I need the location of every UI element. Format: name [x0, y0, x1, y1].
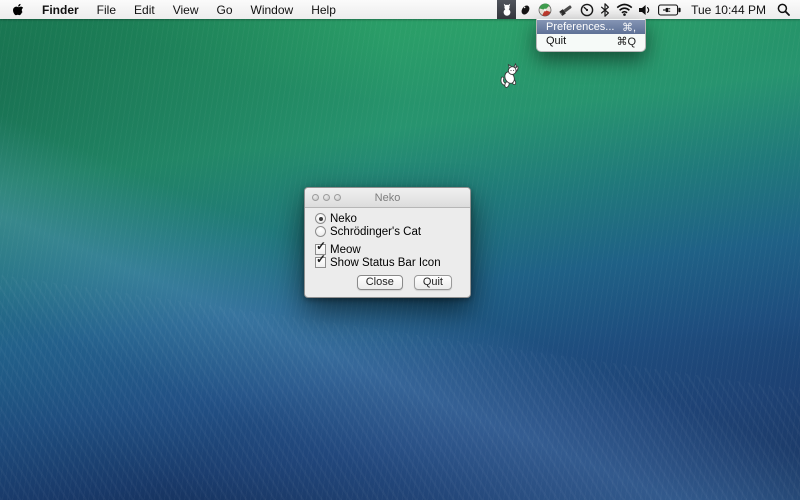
checkbox-row-show-status-bar-icon[interactable]: ✓ Show Status Bar Icon: [315, 256, 470, 269]
checkbox-label: Meow: [330, 244, 361, 256]
flashlight-icon[interactable]: [555, 0, 577, 19]
menu-item-quit[interactable]: Quit ⌘Q: [537, 34, 645, 48]
white-cat-icon: [501, 3, 513, 16]
radio-row-neko[interactable]: Neko: [315, 212, 470, 225]
radio-button-schrodingers-cat[interactable]: [315, 226, 326, 237]
quit-button[interactable]: Quit: [414, 275, 452, 290]
menu-bar-status-area: Tue 10:44 PM: [497, 0, 800, 19]
menu-edit[interactable]: Edit: [125, 0, 164, 19]
menu-bar: Finder File Edit View Go Window Help: [0, 0, 800, 19]
menu-bar-left: Finder File Edit View Go Window Help: [0, 0, 345, 19]
desktop-wallpaper[interactable]: Neko Neko Schrödinger's Cat ✓ Meow ✓ Sho…: [0, 0, 800, 500]
menu-go[interactable]: Go: [208, 0, 242, 19]
menu-file[interactable]: File: [88, 0, 125, 19]
menu-help[interactable]: Help: [302, 0, 345, 19]
menu-item-preferences[interactable]: Preferences... ⌘,: [537, 20, 645, 34]
apple-icon: [13, 3, 24, 16]
bluetooth-icon[interactable]: [597, 0, 613, 19]
close-button[interactable]: Close: [357, 275, 403, 290]
colored-globe-icon[interactable]: [535, 0, 555, 19]
neko-status-bar-icon[interactable]: [497, 0, 516, 19]
menu-bar-clock[interactable]: Tue 10:44 PM: [684, 3, 774, 17]
radio-label: Neko: [330, 213, 357, 225]
menu-view[interactable]: View: [164, 0, 208, 19]
spotlight-icon[interactable]: [774, 0, 793, 19]
menu-item-shortcut: ⌘Q: [616, 35, 636, 48]
compass-icon[interactable]: [577, 0, 597, 19]
menu-item-shortcut: ⌘,: [622, 21, 636, 34]
checkbox-label: Show Status Bar Icon: [330, 257, 441, 269]
radio-label: Schrödinger's Cat: [330, 226, 421, 238]
radio-button-neko[interactable]: [315, 213, 326, 224]
checkbox-row-meow[interactable]: ✓ Meow: [315, 243, 470, 256]
battery-plugged-icon[interactable]: [655, 0, 684, 19]
apple-menu[interactable]: [0, 0, 33, 19]
menu-item-label: Preferences...: [546, 21, 614, 33]
volume-icon[interactable]: [636, 0, 655, 19]
checkbox-show-status-bar-icon[interactable]: ✓: [315, 257, 326, 268]
wifi-icon[interactable]: [613, 0, 636, 19]
neko-desktop-cat-sprite: [499, 63, 520, 95]
menu-item-label: Quit: [546, 35, 566, 47]
checkmark-icon: ✓: [316, 253, 326, 265]
menu-finder[interactable]: Finder: [33, 0, 88, 19]
window-title: Neko: [305, 192, 470, 204]
checkmark-icon: ✓: [316, 240, 326, 252]
window-button-row: Close Quit: [357, 275, 452, 290]
radio-row-schrodingers-cat[interactable]: Schrödinger's Cat: [315, 225, 470, 238]
menu-window[interactable]: Window: [242, 0, 303, 19]
neko-status-menu: Preferences... ⌘, Quit ⌘Q: [536, 19, 646, 52]
window-content: Neko Schrödinger's Cat ✓ Meow ✓ Show Sta…: [305, 208, 470, 298]
neko-window: Neko Neko Schrödinger's Cat ✓ Meow ✓ Sho…: [304, 187, 471, 298]
window-titlebar[interactable]: Neko: [305, 188, 470, 208]
black-mouse-icon[interactable]: [516, 0, 535, 19]
